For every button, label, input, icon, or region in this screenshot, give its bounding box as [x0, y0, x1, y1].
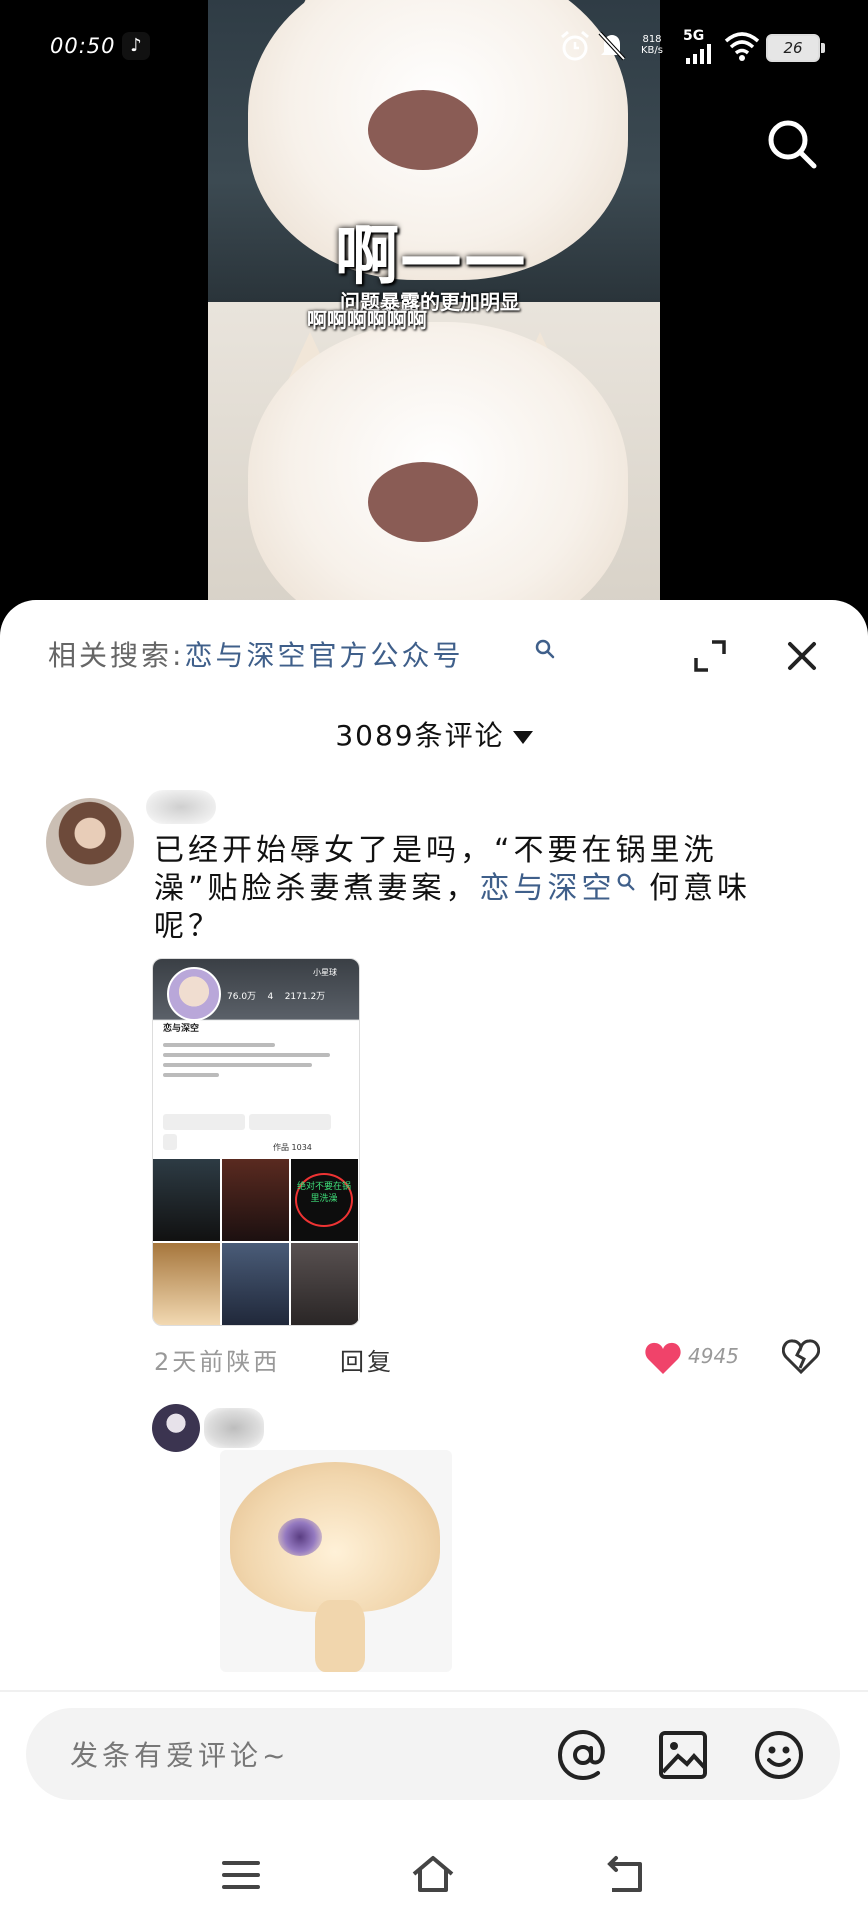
back-icon[interactable] — [600, 1850, 650, 1900]
comment-sheet: 相关搜索:恋与深空官方公众号 3089条评论 已经开始辱女了是吗，“不要在锅里洗… — [0, 600, 868, 1920]
grid-thumb — [153, 1159, 220, 1241]
reply-button[interactable]: 回复 — [340, 1342, 394, 1377]
profile-buttons — [163, 1114, 349, 1150]
emoji-icon[interactable] — [752, 1728, 806, 1782]
video-caption-big: 啊—— — [335, 220, 527, 294]
profile-stats: 76.0万 4 2171.2万 — [227, 989, 325, 1002]
system-nav-bar — [0, 1830, 868, 1920]
sticker-bruise — [278, 1518, 322, 1556]
stat-following: 4 — [267, 992, 274, 1002]
speed-value: 818 — [642, 34, 662, 45]
avatar[interactable] — [46, 798, 134, 886]
speed-unit: KB/s — [641, 45, 663, 56]
profile-grid: 绝对不要在锅里洗澡 — [153, 1159, 359, 1325]
grid-thumb — [222, 1159, 289, 1241]
mention-icon[interactable] — [556, 1728, 610, 1782]
username-blurred[interactable] — [146, 790, 216, 824]
broken-heart-icon[interactable] — [782, 1338, 820, 1376]
profile-name: 恋与深空 — [163, 1024, 200, 1034]
network-speed: 818 KB/s — [641, 34, 663, 56]
expand-icon[interactable] — [692, 638, 728, 674]
comment-image[interactable]: 小星球 76.0万 4 2171.2万 恋与深空 作品 1034 绝对不要在锅里… — [152, 958, 360, 1326]
related-search-prefix: 相关搜索: — [48, 639, 185, 672]
search-icon[interactable] — [764, 116, 820, 172]
grid-thumb — [222, 1243, 289, 1325]
stat-likes: 2171.2万 — [284, 992, 326, 1002]
close-icon[interactable] — [784, 638, 820, 674]
comment-input-bar[interactable]: 发条有爱评论~ — [26, 1708, 840, 1800]
profile-avatar — [167, 967, 221, 1021]
menu-icon[interactable] — [216, 1850, 266, 1900]
profile-works: 作品 1034 — [273, 1143, 312, 1152]
stat-fans: 76.0万 — [227, 992, 257, 1002]
comment-meta: 2天前陕西 — [154, 1348, 281, 1376]
network-type: 5G — [683, 28, 705, 44]
grid-thumb: 绝对不要在锅里洗澡 — [291, 1159, 358, 1241]
heart-icon[interactable] — [644, 1340, 682, 1376]
chevron-down-icon — [512, 730, 533, 744]
tiktok-icon: ♪ — [122, 32, 150, 60]
profile-tag: 小星球 — [313, 968, 337, 977]
comment-text: 已经开始辱女了是吗，“不要在锅里洗澡”贴脸杀妻煮妻案，恋与深空 何意味呢？ — [154, 832, 794, 946]
related-search-icon[interactable] — [534, 638, 556, 660]
wifi-icon — [724, 32, 760, 61]
related-search[interactable]: 相关搜索:恋与深空官方公众号 — [48, 634, 463, 674]
comment-input[interactable]: 发条有爱评论~ — [70, 1734, 289, 1774]
comment-search-link[interactable]: 恋与深空 — [480, 871, 616, 906]
alarm-icon — [561, 30, 589, 61]
sticker-body — [315, 1600, 365, 1672]
video-frame-bottom — [208, 302, 660, 610]
comment-count-label: 3089条评论 — [335, 719, 505, 752]
dumpling-sticker — [230, 1462, 440, 1612]
grid-thumb — [291, 1243, 358, 1325]
like-count: 4945 — [688, 1344, 739, 1368]
cat-mouth — [368, 90, 478, 170]
mute-icon — [598, 31, 626, 61]
avatar[interactable] — [152, 1404, 200, 1452]
image-icon[interactable] — [656, 1728, 710, 1782]
username-blurred[interactable] — [204, 1408, 264, 1448]
profile-bio — [163, 1037, 349, 1083]
status-bar: 00:50 ♪ 818 KB/s 5G 26 — [0, 0, 868, 96]
comment-count[interactable]: 3089条评论 — [0, 714, 868, 754]
status-time: 00:50 — [50, 34, 116, 58]
sticker-image[interactable] — [220, 1450, 452, 1672]
cat-mouth — [368, 462, 478, 542]
battery-indicator: 26 — [766, 34, 825, 62]
comment-text-part: 已经开始辱女了是吗，“不要在锅里洗澡”贴脸杀妻煮妻案， — [154, 833, 718, 906]
grid-thumb — [153, 1243, 220, 1325]
home-icon[interactable] — [408, 1850, 458, 1900]
signal-icon — [686, 44, 711, 64]
grid-overlay-text: 绝对不要在锅里洗澡 — [295, 1173, 353, 1227]
video-caption-2: 啊啊啊啊啊啊 — [307, 308, 427, 332]
divider — [0, 1690, 868, 1692]
link-search-icon[interactable] — [616, 872, 636, 892]
related-search-term[interactable]: 恋与深空官方公众号 — [184, 639, 463, 672]
